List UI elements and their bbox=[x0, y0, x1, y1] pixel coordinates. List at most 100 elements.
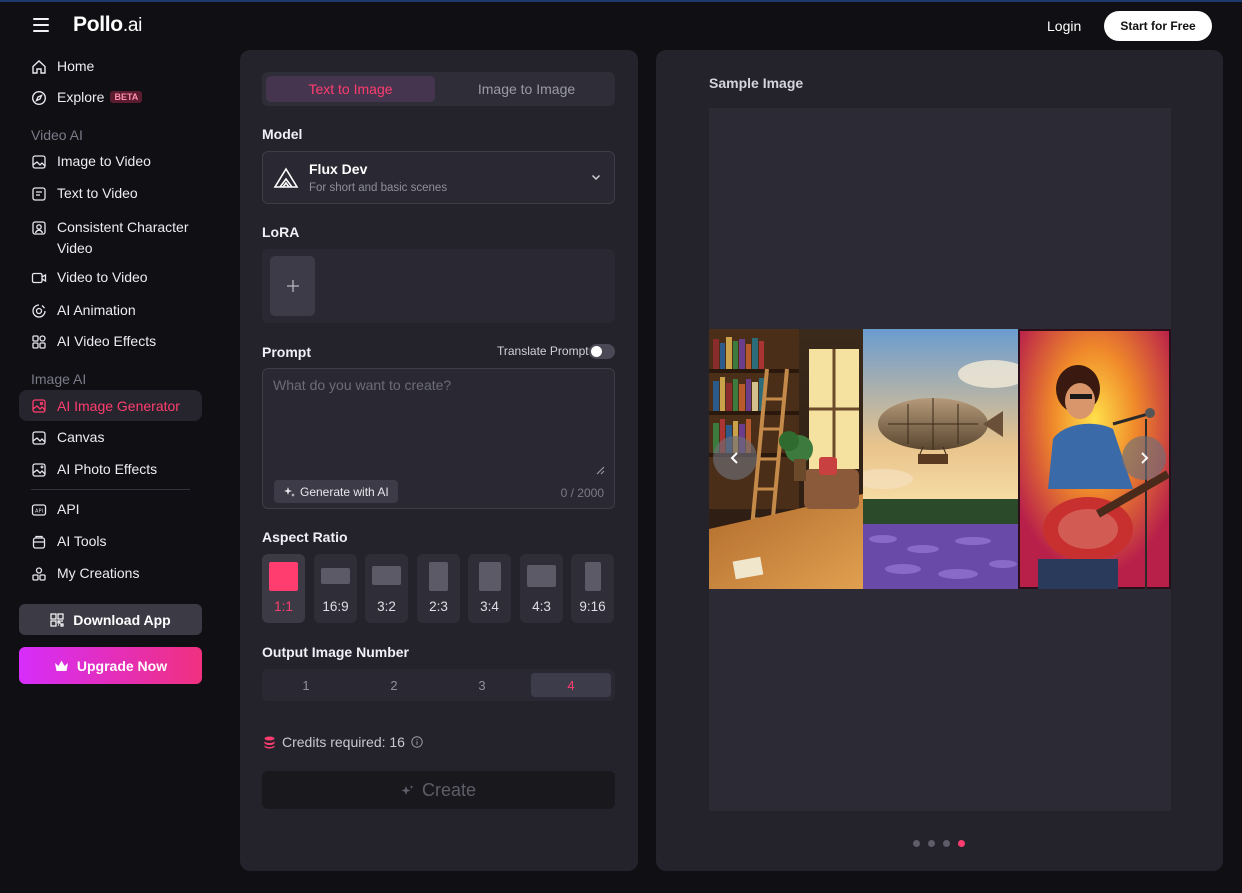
sidebar-item-label: Image to Video bbox=[57, 153, 151, 169]
sidebar-item-text-to-video[interactable]: Text to Video bbox=[19, 185, 202, 202]
aspect-option-9-16[interactable]: 9:16 bbox=[571, 554, 614, 623]
chevron-down-icon bbox=[591, 174, 601, 181]
beta-badge: BETA bbox=[110, 91, 143, 103]
window-top-border bbox=[0, 0, 1242, 2]
add-lora-button[interactable] bbox=[270, 256, 315, 316]
ratio-label: 4:3 bbox=[532, 599, 551, 614]
ratio-shape bbox=[372, 566, 401, 585]
output-number-option-selected[interactable]: 4 bbox=[531, 673, 611, 697]
svg-text:API: API bbox=[35, 508, 43, 514]
lora-area bbox=[262, 249, 615, 323]
ratio-shape bbox=[269, 562, 298, 591]
ratio-shape bbox=[321, 568, 350, 584]
carousel-next-button[interactable] bbox=[1122, 436, 1166, 480]
aspect-option-2-3[interactable]: 2:3 bbox=[417, 554, 460, 623]
generator-form-panel: Text to Image Image to Image Model Flux … bbox=[240, 50, 638, 871]
sidebar-item-ai-animation[interactable]: AI Animation bbox=[19, 302, 202, 319]
ratio-label: 9:16 bbox=[579, 599, 606, 614]
ratio-label: 1:1 bbox=[274, 599, 293, 614]
sidebar-item-label: AI Image Generator bbox=[57, 397, 180, 414]
download-app-button[interactable]: Download App bbox=[19, 604, 202, 635]
image-video-icon bbox=[31, 154, 47, 170]
carousel-dot[interactable] bbox=[913, 840, 920, 847]
prompt-placeholder: What do you want to create? bbox=[273, 377, 452, 393]
create-button[interactable]: Create bbox=[262, 771, 615, 809]
model-select[interactable]: Flux Dev For short and basic scenes bbox=[262, 151, 615, 204]
sidebar-item-canvas[interactable]: Canvas bbox=[19, 429, 202, 446]
sidebar-item-ai-photo-effects[interactable]: AI Photo Effects bbox=[19, 461, 202, 478]
translate-prompt-label: Translate Prompt bbox=[497, 344, 589, 358]
carousel-dot[interactable] bbox=[928, 840, 935, 847]
tab-image-to-image[interactable]: Image to Image bbox=[442, 76, 611, 102]
sidebar-item-ai-image-generator[interactable]: AI Image Generator bbox=[19, 390, 202, 421]
api-icon: API bbox=[31, 502, 47, 518]
aspect-option-4-3[interactable]: 4:3 bbox=[520, 554, 563, 623]
sidebar-item-image-to-video[interactable]: Image to Video bbox=[19, 153, 202, 170]
sidebar-item-label: Canvas bbox=[57, 429, 105, 445]
char-counter: 0 / 2000 bbox=[560, 486, 604, 500]
download-app-label: Download App bbox=[73, 611, 171, 628]
aspect-option-3-4[interactable]: 3:4 bbox=[468, 554, 511, 623]
output-number-selector: 1 2 3 4 bbox=[262, 669, 615, 701]
sidebar-item-api[interactable]: API API bbox=[19, 501, 202, 518]
carousel-dots bbox=[913, 840, 973, 847]
generate-with-ai-label: Generate with AI bbox=[300, 484, 389, 499]
carousel-prev-button[interactable] bbox=[713, 436, 757, 480]
sidebar-item-label: AI Photo Effects bbox=[57, 461, 158, 477]
aspect-ratio-label: Aspect Ratio bbox=[262, 529, 348, 545]
sidebar-item-home[interactable]: Home bbox=[19, 58, 202, 75]
lora-label: LoRA bbox=[262, 224, 300, 240]
model-description: For short and basic scenes bbox=[309, 182, 448, 194]
coins-icon bbox=[264, 736, 275, 748]
output-number-option[interactable]: 2 bbox=[354, 673, 434, 697]
sidebar-item-video-to-video[interactable]: Video to Video bbox=[19, 269, 202, 286]
aspect-option-1-1[interactable]: 1:1 bbox=[262, 554, 305, 623]
sample-image-carousel bbox=[709, 329, 1171, 589]
generate-with-ai-button[interactable]: Generate with AI bbox=[274, 480, 398, 503]
plus-icon bbox=[286, 280, 299, 292]
tools-icon bbox=[31, 534, 47, 550]
carousel-dot[interactable] bbox=[943, 840, 950, 847]
sidebar-item-label: Home bbox=[57, 58, 95, 74]
photo-effects-icon bbox=[31, 462, 47, 478]
sidebar-item-my-creations[interactable]: My Creations bbox=[19, 565, 202, 582]
sidebar-item-ai-video-effects[interactable]: AI Video Effects bbox=[19, 333, 202, 350]
crown-icon bbox=[54, 659, 69, 673]
chevron-left-icon bbox=[730, 452, 738, 464]
creations-icon bbox=[31, 566, 47, 582]
tab-text-to-image[interactable]: Text to Image bbox=[266, 76, 435, 102]
sample-image-airship bbox=[863, 329, 1018, 589]
output-number-option[interactable]: 3 bbox=[442, 673, 522, 697]
sidebar-item-ai-tools[interactable]: AI Tools bbox=[19, 533, 202, 550]
model-name: Flux Dev bbox=[309, 161, 368, 177]
effects-grid-icon bbox=[31, 334, 47, 350]
ratio-shape bbox=[479, 562, 501, 591]
info-icon[interactable] bbox=[411, 736, 423, 748]
animation-icon bbox=[31, 303, 47, 319]
credits-required: Credits required: 16 bbox=[264, 734, 423, 750]
canvas-icon bbox=[31, 430, 47, 446]
prompt-input[interactable]: What do you want to create? Generate wit… bbox=[262, 368, 615, 509]
start-free-button[interactable]: Start for Free bbox=[1104, 11, 1212, 41]
output-number-label: Output Image Number bbox=[262, 644, 410, 660]
upgrade-now-button[interactable]: Upgrade Now bbox=[19, 647, 202, 684]
image-generator-icon bbox=[31, 398, 47, 414]
resize-handle-icon[interactable] bbox=[596, 466, 605, 475]
sidebar-item-label: Consistent Character Video bbox=[57, 219, 189, 256]
sample-image-title: Sample Image bbox=[709, 75, 804, 91]
sidebar-divider bbox=[31, 489, 190, 490]
translate-prompt-toggle[interactable] bbox=[589, 344, 615, 359]
ratio-label: 2:3 bbox=[429, 599, 448, 614]
carousel-dot-active[interactable] bbox=[958, 840, 965, 847]
sidebar-item-explore[interactable]: Explore BETA bbox=[19, 89, 202, 106]
sidebar-item-consistent-character[interactable]: Consistent Character Video bbox=[19, 217, 202, 259]
aspect-option-3-2[interactable]: 3:2 bbox=[365, 554, 408, 623]
menu-icon[interactable] bbox=[33, 18, 49, 32]
aspect-option-16-9[interactable]: 16:9 bbox=[314, 554, 357, 623]
sample-preview-panel: Sample Image bbox=[656, 50, 1223, 871]
logo[interactable]: Pollo.ai bbox=[73, 13, 142, 37]
chevron-right-icon bbox=[1141, 452, 1149, 464]
output-number-option[interactable]: 1 bbox=[266, 673, 346, 697]
credits-text: Credits required: 16 bbox=[282, 734, 405, 750]
login-link[interactable]: Login bbox=[1047, 18, 1081, 34]
